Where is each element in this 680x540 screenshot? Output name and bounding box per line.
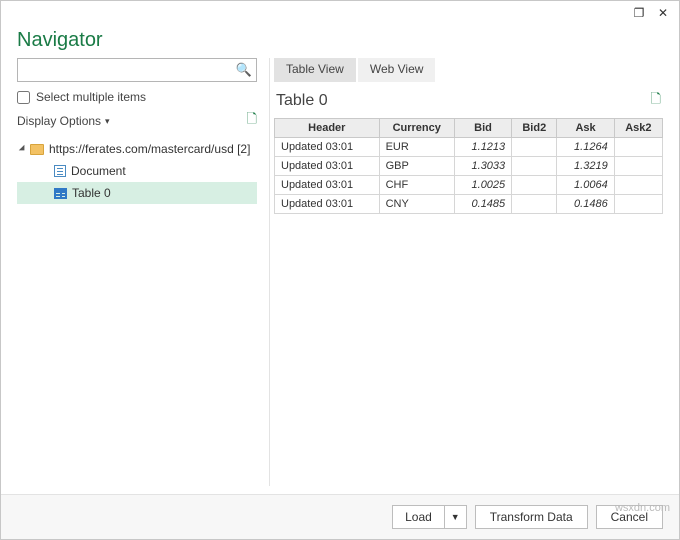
load-label: Load bbox=[393, 506, 445, 528]
cell bbox=[512, 195, 557, 214]
cell: Updated 03:01 bbox=[275, 138, 380, 157]
cell: 1.1264 bbox=[557, 138, 614, 157]
right-pane: Table View Web View Table 0 🗋 Header Cur… bbox=[269, 58, 663, 486]
tree-item-table0[interactable]: Table 0 bbox=[17, 182, 257, 204]
table-header-row: Header Currency Bid Bid2 Ask Ask2 bbox=[275, 119, 663, 138]
cell: 0.1486 bbox=[557, 195, 614, 214]
tree-item-label: Document bbox=[71, 164, 126, 178]
view-tabs: Table View Web View bbox=[274, 58, 663, 82]
cell bbox=[512, 157, 557, 176]
tree-item-document[interactable]: Document bbox=[17, 160, 257, 182]
select-multiple-row[interactable]: Select multiple items bbox=[17, 90, 257, 104]
col-header[interactable]: Currency bbox=[379, 119, 454, 138]
cell bbox=[512, 138, 557, 157]
cell bbox=[512, 176, 557, 195]
tree-root[interactable]: https://ferates.com/mastercard/usd [2] bbox=[17, 138, 257, 160]
cell bbox=[614, 138, 662, 157]
chevron-down-icon: ▾ bbox=[105, 116, 110, 127]
select-multiple-checkbox[interactable] bbox=[17, 91, 30, 104]
cell: Updated 03:01 bbox=[275, 157, 380, 176]
restore-icon[interactable]: ❐ bbox=[627, 3, 651, 23]
expand-icon[interactable] bbox=[19, 145, 27, 153]
table-icon bbox=[54, 188, 67, 199]
display-options-label: Display Options bbox=[17, 114, 101, 128]
cell: 1.3033 bbox=[454, 157, 511, 176]
cell: CHF bbox=[379, 176, 454, 195]
folder-icon bbox=[30, 144, 44, 155]
tree-root-label: https://ferates.com/mastercard/usd [2] bbox=[49, 142, 250, 156]
table-row[interactable]: Updated 03:01 EUR 1.1213 1.1264 bbox=[275, 138, 663, 157]
search-input[interactable] bbox=[17, 58, 257, 82]
cell: EUR bbox=[379, 138, 454, 157]
titlebar: ❐ ✕ bbox=[1, 1, 679, 25]
close-icon[interactable]: ✕ bbox=[651, 3, 675, 23]
select-multiple-label: Select multiple items bbox=[36, 90, 146, 104]
cell: 1.0025 bbox=[454, 176, 511, 195]
cell: 0.1485 bbox=[454, 195, 511, 214]
table-row[interactable]: Updated 03:01 CHF 1.0025 1.0064 bbox=[275, 176, 663, 195]
col-header[interactable]: Ask bbox=[557, 119, 614, 138]
cell: GBP bbox=[379, 157, 454, 176]
tab-table-view[interactable]: Table View bbox=[274, 58, 356, 82]
table-row[interactable]: Updated 03:01 GBP 1.3033 1.3219 bbox=[275, 157, 663, 176]
cell bbox=[614, 157, 662, 176]
preview-title: Table 0 bbox=[276, 92, 328, 110]
preview-table: Header Currency Bid Bid2 Ask Ask2 Update… bbox=[274, 118, 663, 214]
load-button[interactable]: Load ▼ bbox=[392, 505, 467, 529]
tab-web-view[interactable]: Web View bbox=[358, 58, 436, 82]
page-title: Navigator bbox=[1, 25, 679, 58]
refresh-icon[interactable]: 🗋 bbox=[247, 110, 257, 132]
cancel-button[interactable]: Cancel bbox=[596, 505, 663, 529]
preview-options-icon[interactable]: 🗋 bbox=[651, 90, 661, 112]
cell: Updated 03:01 bbox=[275, 176, 380, 195]
nav-tree: https://ferates.com/mastercard/usd [2] D… bbox=[17, 138, 257, 204]
col-header[interactable]: Ask2 bbox=[614, 119, 662, 138]
transform-data-button[interactable]: Transform Data bbox=[475, 505, 588, 529]
table-row[interactable]: Updated 03:01 CNY 0.1485 0.1486 bbox=[275, 195, 663, 214]
chevron-down-icon[interactable]: ▼ bbox=[445, 506, 466, 528]
table-body: Updated 03:01 EUR 1.1213 1.1264 Updated … bbox=[275, 138, 663, 214]
display-options-dropdown[interactable]: Display Options ▾ bbox=[17, 114, 110, 128]
cell: 1.1213 bbox=[454, 138, 511, 157]
col-header[interactable]: Header bbox=[275, 119, 380, 138]
cell: 1.3219 bbox=[557, 157, 614, 176]
document-icon bbox=[54, 165, 66, 177]
cell: CNY bbox=[379, 195, 454, 214]
cell: Updated 03:01 bbox=[275, 195, 380, 214]
col-header[interactable]: Bid2 bbox=[512, 119, 557, 138]
cell bbox=[614, 195, 662, 214]
tree-item-label: Table 0 bbox=[72, 186, 111, 200]
cell bbox=[614, 176, 662, 195]
cell: 1.0064 bbox=[557, 176, 614, 195]
left-pane: 🔍 Select multiple items Display Options … bbox=[17, 58, 257, 486]
footer: Load ▼ Transform Data Cancel bbox=[1, 494, 679, 539]
col-header[interactable]: Bid bbox=[454, 119, 511, 138]
